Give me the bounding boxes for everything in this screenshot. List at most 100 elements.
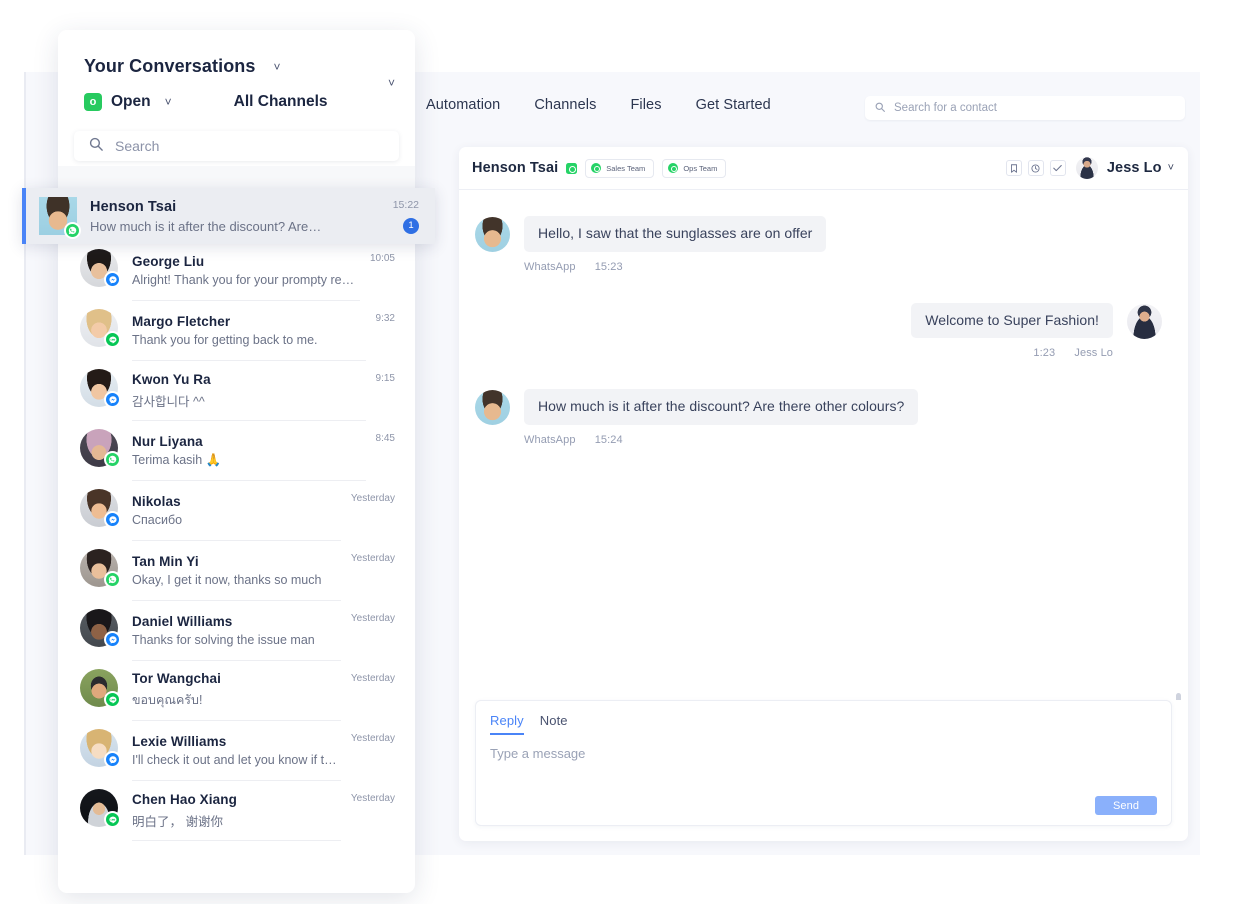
contact-name: Henson Tsai (90, 199, 393, 215)
list-item[interactable]: Nur LiyanaTerima kasih 🙏8:45 (58, 421, 415, 481)
status-badge: o (84, 93, 102, 111)
list-item-text: Tor Wangchaiขอบคุณครับ! (132, 661, 341, 721)
chevron-down-icon[interactable]: ˅ (388, 77, 395, 89)
message-time: 1:23 (1033, 347, 1055, 359)
timestamp: Yesterday (351, 793, 395, 804)
chevron-down-icon[interactable]: ˅ (274, 61, 281, 73)
avatar (39, 197, 77, 235)
list-item[interactable]: NikolasСпасибоYesterday (58, 481, 415, 541)
avatar (80, 249, 118, 287)
list-item[interactable]: Chen Hao Xiang明白了， 谢谢你Yesterday (58, 781, 415, 841)
contact-name: Nikolas (132, 494, 341, 509)
list-item[interactable]: Tan Min YiOkay, I get it now, thanks so … (58, 541, 415, 601)
avatar (475, 217, 510, 252)
search-icon (875, 99, 885, 117)
panel-title-row: Your Conversations ˅ (84, 56, 391, 77)
avatar (80, 489, 118, 527)
contact-name: Lexie Williams (132, 734, 341, 749)
message-scrollbar[interactable] (1176, 693, 1181, 700)
top-nav-items: Automation Channels Files Get Started (426, 97, 771, 113)
conversation-header: Henson Tsai Sales Team Ops Team (459, 147, 1188, 190)
timestamp: Yesterday (351, 673, 395, 684)
whatsapp-badge-icon (104, 451, 121, 468)
message-preview: Thank you for getting back to me. (132, 333, 366, 347)
list-item-text: Kwon Yu Ra감사합니다 ^^ (132, 361, 366, 421)
check-icon[interactable] (1050, 160, 1066, 176)
avatar (80, 429, 118, 467)
conversation-header-actions: Jess Lo ˅ (1006, 157, 1174, 179)
message-preview: 明白了， 谢谢你 (132, 811, 341, 830)
tag-label: Sales Team (606, 164, 645, 173)
avatar (475, 390, 510, 425)
nav-item-files[interactable]: Files (630, 97, 661, 113)
timestamp: 15:22 (393, 199, 419, 211)
message-bubble[interactable]: How much is it after the discount? Are t… (524, 389, 918, 425)
agent-name: Jess Lo (1107, 160, 1162, 176)
list-item[interactable]: Tor Wangchaiขอบคุณครับ! Yesterday (58, 661, 415, 721)
panel-header: Your Conversations ˅ o Open ˅ All Channe… (58, 30, 415, 111)
conversation-list: Grace Li好的，麻煩您！12:01George LiuAlright! T… (58, 181, 415, 893)
avatar (80, 369, 118, 407)
contact-search-placeholder: Search for a contact (894, 102, 997, 114)
unread-badge: 1 (403, 218, 419, 234)
list-item[interactable]: Lexie WilliamsI'll check it out and let … (58, 721, 415, 781)
clock-icon[interactable] (1028, 160, 1044, 176)
messenger-badge-icon (104, 631, 121, 648)
whatsapp-icon (591, 163, 601, 173)
list-item-meta: 15:22 1 (393, 199, 419, 234)
search-input[interactable]: Search (74, 131, 399, 161)
message-body: How much is it after the discount? Are t… (524, 389, 918, 446)
message-preview: ขอบคุณครับ! (132, 690, 341, 710)
message-row: Welcome to Super Fashion! 1:23 Jess Lo (475, 303, 1162, 360)
line-badge-icon (104, 811, 121, 828)
nav-item-get-started[interactable]: Get Started (696, 97, 771, 113)
list-item[interactable]: George LiuAlright! Thank you for your pr… (58, 241, 415, 301)
avatar (80, 549, 118, 587)
message-bubble[interactable]: Hello, I saw that the sunglasses are on … (524, 216, 826, 252)
panel-filters: o Open ˅ All Channels ˅ (84, 93, 391, 111)
message-preview: 감사합니다 ^^ (132, 391, 366, 410)
conversations-panel: Your Conversations ˅ o Open ˅ All Channe… (58, 30, 415, 893)
tab-reply[interactable]: Reply (490, 713, 524, 735)
avatar (80, 729, 118, 767)
avatar (80, 789, 118, 827)
message-row: Hello, I saw that the sunglasses are on … (475, 216, 1162, 273)
timestamp: 10:05 (370, 253, 395, 264)
message-time: 15:23 (595, 261, 623, 273)
message-preview: Okay, I get it now, thanks so much (132, 573, 341, 587)
tag-ops-team[interactable]: Ops Team (662, 159, 726, 178)
search-placeholder: Search (115, 138, 159, 154)
message-input[interactable]: Type a message (490, 746, 1157, 796)
messenger-badge-icon (104, 511, 121, 528)
message-bubble[interactable]: Welcome to Super Fashion! (911, 303, 1113, 339)
whatsapp-icon (668, 163, 678, 173)
message-list: Hello, I saw that the sunglasses are on … (459, 190, 1188, 700)
chevron-down-icon[interactable]: ˅ (1168, 163, 1174, 174)
send-button[interactable]: Send (1095, 796, 1157, 815)
conversation-contact-name: Henson Tsai (472, 160, 558, 176)
message-channel: WhatsApp (524, 261, 576, 273)
tag-sales-team[interactable]: Sales Team (585, 159, 654, 178)
whatsapp-channel-icon (566, 163, 577, 174)
messenger-badge-icon (104, 391, 121, 408)
bookmark-icon[interactable] (1006, 160, 1022, 176)
list-item[interactable]: Kwon Yu Ra감사합니다 ^^9:15 (58, 361, 415, 421)
message-meta: WhatsApp 15:23 (524, 261, 826, 273)
message-composer: Reply Note Type a message Send (475, 700, 1172, 826)
list-item[interactable]: Margo Fletcher Thank you for getting back… (58, 301, 415, 361)
list-item[interactable]: Daniel WilliamsThanks for solving the is… (58, 601, 415, 661)
channel-filter-label[interactable]: All Channels (234, 93, 328, 111)
list-item-selected[interactable]: Henson Tsai How much is it after the dis… (22, 188, 435, 244)
status-filter-label[interactable]: Open (111, 93, 151, 111)
message-preview: Terima kasih 🙏 (132, 453, 366, 468)
page-title: Your Conversations (84, 56, 256, 77)
line-badge-icon (104, 691, 121, 708)
contact-name: Margo Fletcher (132, 314, 366, 329)
nav-item-automation[interactable]: Automation (426, 97, 500, 113)
tab-note[interactable]: Note (540, 713, 568, 735)
contact-search-box[interactable]: Search for a contact (865, 96, 1185, 120)
app-root: Automation Channels Files Get Started Se… (0, 0, 1234, 904)
chevron-down-icon[interactable]: ˅ (165, 96, 172, 108)
messenger-badge-icon (104, 271, 121, 288)
nav-item-channels[interactable]: Channels (534, 97, 596, 113)
